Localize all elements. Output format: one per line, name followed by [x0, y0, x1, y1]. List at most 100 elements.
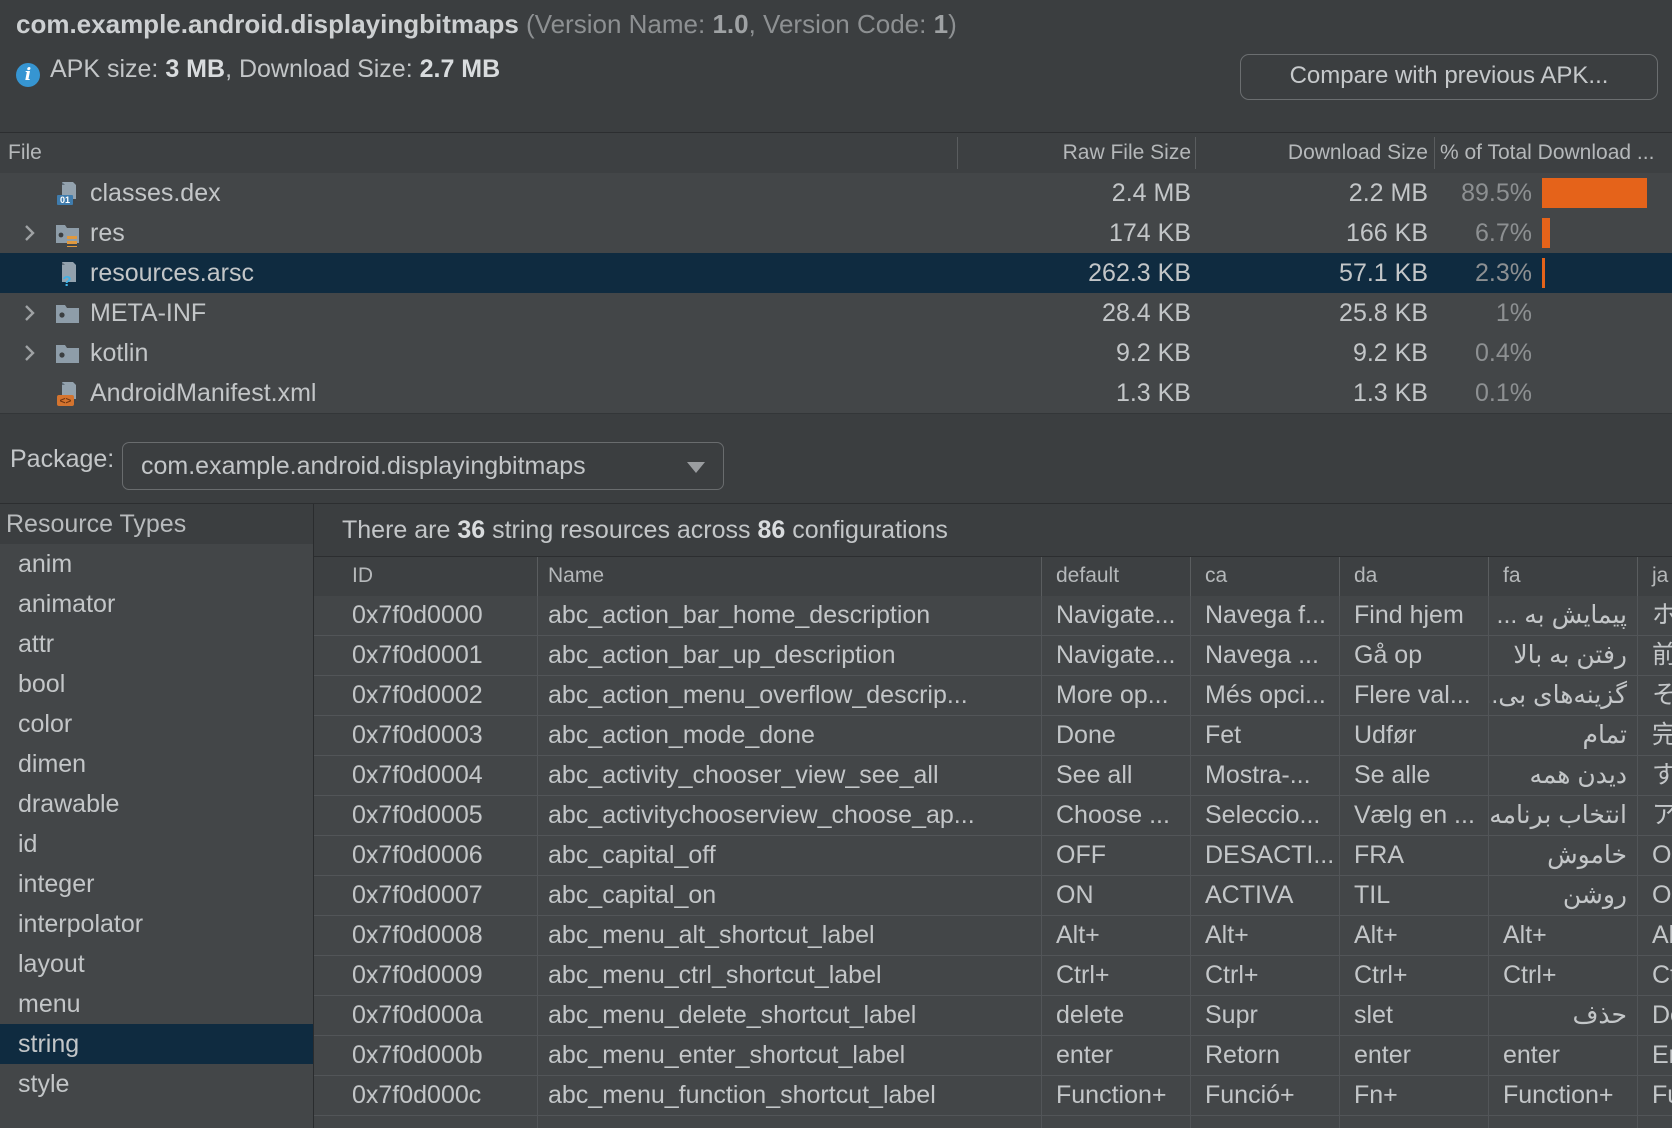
sidebar-item-interpolator[interactable]: interpolator: [0, 904, 313, 944]
cell-fa: پیمایش به ...: [1489, 596, 1638, 636]
cell-name: abc_menu_delete_shortcut_label: [538, 996, 1042, 1036]
cell-default: enter: [1042, 1036, 1191, 1076]
column-header-id[interactable]: ID: [314, 557, 538, 597]
package-dropdown[interactable]: com.example.android.displayingbitmaps: [122, 442, 724, 490]
sidebar-item-dimen[interactable]: dimen: [0, 744, 313, 784]
sidebar-item-id[interactable]: id: [0, 824, 313, 864]
table-row[interactable]: 0x7f0d0002 abc_action_menu_overflow_descr…: [314, 676, 1672, 716]
table-row[interactable]: 0x7f0d000b abc_menu_enter_shortcut_label e…: [314, 1036, 1672, 1076]
cell-id: 0x7f0d0009: [314, 956, 538, 996]
column-header-name[interactable]: Name: [538, 557, 1042, 597]
column-divider[interactable]: [1434, 137, 1435, 169]
cell-id: 0x7f0d0006: [314, 836, 538, 876]
file-table-header: File Raw File Size Download Size % of To…: [0, 132, 1672, 174]
cell-fa: رفتن به بالا: [1489, 636, 1638, 676]
table-row[interactable]: 0x7f0d0001 abc_action_bar_up_description N…: [314, 636, 1672, 676]
column-header-fa[interactable]: fa: [1489, 557, 1638, 597]
cell-ja: OFF: [1638, 836, 1672, 876]
table-row[interactable]: 0x7f0d000a abc_menu_delete_shortcut_label…: [314, 996, 1672, 1036]
table-row[interactable]: 0x7f0d0009 abc_menu_ctrl_shortcut_label Ct…: [314, 956, 1672, 996]
sidebar-item-drawable[interactable]: drawable: [0, 784, 313, 824]
cell-default: Ctrl+: [1042, 956, 1191, 996]
cell-id: 0x7f0d000c: [314, 1076, 538, 1116]
sidebar-item-color[interactable]: color: [0, 704, 313, 744]
folder-icon: [54, 340, 81, 367]
cell-name: abc_menu_ctrl_shortcut_label: [538, 956, 1042, 996]
chevron-right-icon[interactable]: [18, 302, 40, 324]
column-header-ja[interactable]: ja: [1638, 557, 1672, 597]
table-row[interactable]: 0x7f0d0006 abc_capital_off OFF DESACTI... FR…: [314, 836, 1672, 876]
file-row-kotlin[interactable]: kotlin 9.2 KB 9.2 KB 0.4%: [0, 333, 1672, 373]
sidebar-item-attr[interactable]: attr: [0, 624, 313, 664]
column-header-default[interactable]: default: [1042, 557, 1191, 597]
chevron-right-icon[interactable]: [18, 342, 40, 364]
column-header-da[interactable]: da: [1340, 557, 1489, 597]
page-title: com.example.android.displayingbitmaps (V…: [16, 8, 957, 40]
cell-id: 0x7f0d0000: [314, 596, 538, 636]
version-info: (Version Name: 1.0, Version Code: 1): [526, 9, 957, 39]
file-row-classes-dex[interactable]: 01 classes.dex 2.4 MB 2.2 MB 89.5%: [0, 173, 1672, 213]
sidebar-item-anim[interactable]: anim: [0, 544, 313, 584]
application-id: com.example.android.displayingbitmaps: [16, 9, 519, 39]
cell-ca: Navega ...: [1191, 636, 1340, 676]
cell-default: Function+: [1042, 1076, 1191, 1116]
file-row-resources-arsc[interactable]: ? resources.arsc 262.3 KB 57.1 KB 2.3%: [0, 253, 1672, 293]
column-header-file[interactable]: File: [8, 133, 42, 173]
res-folder-icon: [54, 220, 81, 247]
cell-ca: ACTIVA: [1191, 876, 1340, 916]
download-pct-bar: [1542, 258, 1545, 288]
cell-default: More op...: [1042, 676, 1191, 716]
cell-id: 0x7f0d0008: [314, 916, 538, 956]
cell-ja: すべて: [1638, 756, 1672, 796]
download-pct-bar: [1542, 178, 1647, 208]
sidebar-item-layout[interactable]: layout: [0, 944, 313, 984]
table-row[interactable]: 0x7f0d0004 abc_activity_chooser_view_see_…: [314, 756, 1672, 796]
column-header-download-size[interactable]: Download Size: [1288, 133, 1428, 173]
sidebar-item-animator[interactable]: animator: [0, 584, 313, 624]
chevron-right-icon[interactable]: [18, 222, 40, 244]
sidebar-item-style[interactable]: style: [0, 1064, 313, 1104]
column-header-pct-download[interactable]: % of Total Download ...: [1440, 133, 1654, 173]
table-row[interactable]: 0x7f0d0003 abc_action_mode_done Done Fet Udf…: [314, 716, 1672, 756]
cell-ja: 完了: [1638, 716, 1672, 756]
table-row[interactable]: 0x7f0d0008 abc_menu_alt_shortcut_label Alt…: [314, 916, 1672, 956]
sidebar-item-menu[interactable]: menu: [0, 984, 313, 1024]
cell-name: abc_menu_alt_shortcut_label: [538, 916, 1042, 956]
cell-ca: Retorn: [1191, 1036, 1340, 1076]
column-divider[interactable]: [1195, 137, 1196, 169]
cell-name: abc_action_bar_up_description: [538, 636, 1042, 676]
table-row[interactable]: 0x7f0d0005 abc_activitychooserview_choose…: [314, 796, 1672, 836]
cell-default: See all: [1042, 756, 1191, 796]
cell-id: 0x7f0d000b: [314, 1036, 538, 1076]
table-row[interactable]: 0x7f0d0007 abc_capital_on ON ACTIVA TIL روشن O…: [314, 876, 1672, 916]
compare-previous-apk-button[interactable]: Compare with previous APK...: [1240, 54, 1658, 100]
folder-icon: [54, 300, 81, 327]
sidebar-item-bool[interactable]: bool: [0, 664, 313, 704]
cell-default: delete: [1042, 996, 1191, 1036]
table-row[interactable]: 0x7f0d0000 abc_action_bar_home_descriptio…: [314, 596, 1672, 636]
cell-ja: Delete: [1638, 996, 1672, 1036]
arsc-file-icon: ?: [54, 260, 81, 287]
cell-name: abc_action_mode_done: [538, 716, 1042, 756]
cell-ca: Funció+: [1191, 1076, 1340, 1116]
file-row-android-manifest[interactable]: <> AndroidManifest.xml 1.3 KB 1.3 KB 0.1…: [0, 373, 1672, 413]
column-divider[interactable]: [957, 137, 958, 169]
cell-ja: その他: [1638, 676, 1672, 716]
cell-ja: アプリ: [1638, 796, 1672, 836]
package-label: Package:: [10, 445, 115, 473]
cell-fa: خاموش: [1489, 836, 1638, 876]
sidebar-item-integer[interactable]: integer: [0, 864, 313, 904]
chevron-down-icon: [687, 462, 705, 473]
resource-types-sidebar: Resource Types anim animator attr bool c…: [0, 504, 314, 1128]
cell-fa: Alt+: [1489, 916, 1638, 956]
cell-id: 0x7f0d0003: [314, 716, 538, 756]
column-header-ca[interactable]: ca: [1191, 557, 1340, 597]
cell-fa: گزینه‌های بی...: [1489, 676, 1638, 716]
cell-ca: Més opci...: [1191, 676, 1340, 716]
file-row-meta-inf[interactable]: META-INF 28.4 KB 25.8 KB 1%: [0, 293, 1672, 333]
file-row-res[interactable]: res 174 KB 166 KB 6.7%: [0, 213, 1672, 253]
table-row[interactable]: 0x7f0d000c abc_menu_function_shortcut_lab…: [314, 1076, 1672, 1116]
cell-fa: تمام: [1489, 716, 1638, 756]
column-header-raw-size[interactable]: Raw File Size: [1063, 133, 1191, 173]
sidebar-item-string[interactable]: string: [0, 1024, 313, 1064]
